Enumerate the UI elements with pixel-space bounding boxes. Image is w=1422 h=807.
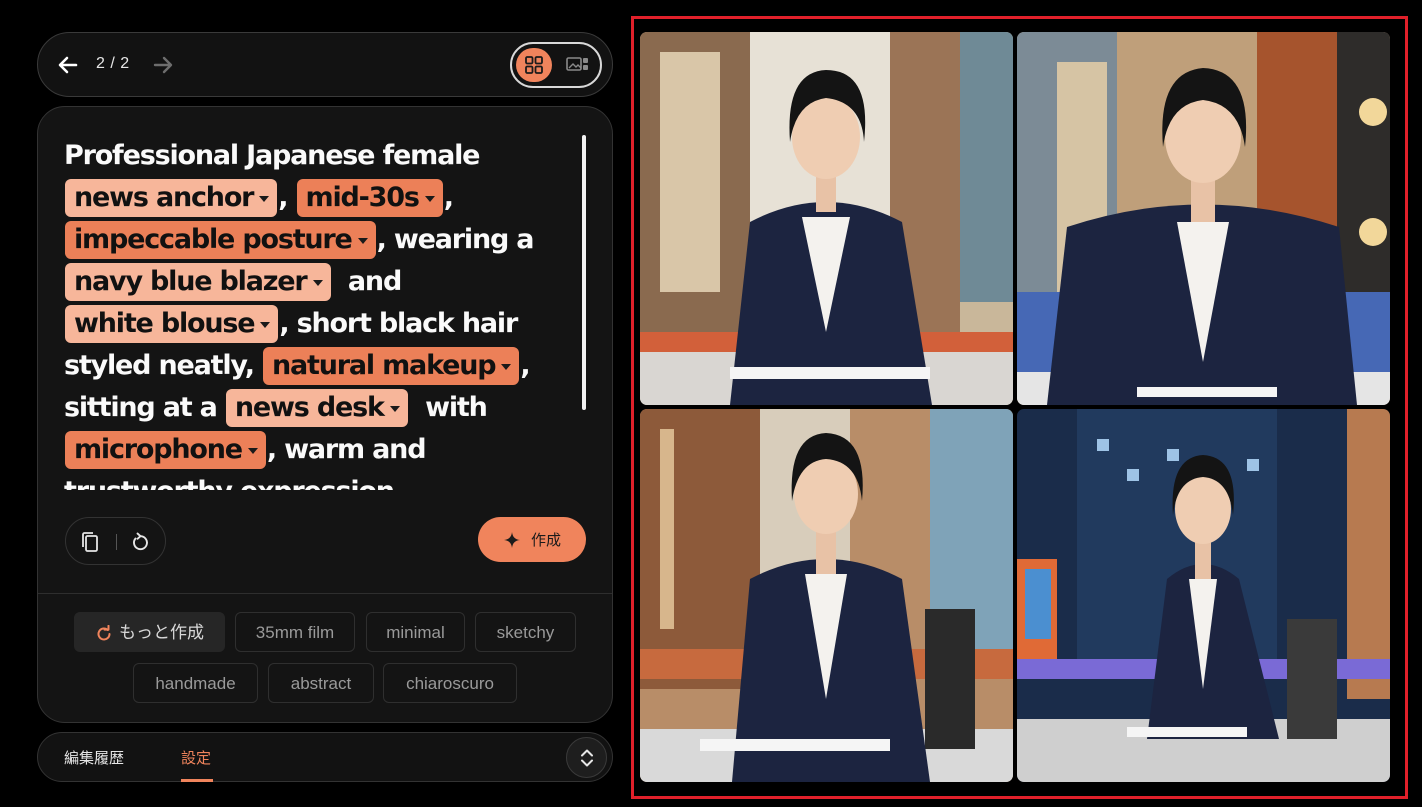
news-anchor-image (640, 32, 1013, 405)
prompt-text-fragment: , (520, 350, 530, 381)
bottom-tab-bar: 編集履歴 設定 (37, 732, 613, 782)
refresh-icon (97, 624, 111, 640)
news-anchor-image (1017, 32, 1390, 405)
prompt-keyword-label: white blouse (74, 308, 256, 339)
prompt-scrollbar[interactable] (582, 135, 586, 410)
prompt-text-fragment: , short black hair (279, 308, 518, 339)
prompt-keyword-label: natural makeup (271, 350, 497, 381)
prompt-text[interactable]: Professional Japanese female news anchor,… (64, 135, 554, 490)
generated-image-1[interactable] (640, 32, 1013, 405)
create-button-label: 作成 (530, 532, 561, 549)
style-chip-handmade[interactable]: handmade (133, 663, 258, 703)
prompt-keyword-chip[interactable]: news desk (225, 389, 408, 427)
prompt-keyword-chip[interactable]: white blouse (65, 305, 279, 343)
more-create-button[interactable]: もっと作成 (74, 612, 225, 652)
prompt-text-fragment: , (443, 182, 454, 213)
single-view-button[interactable] (560, 48, 596, 82)
prompt-card: Professional Japanese female news anchor,… (37, 106, 613, 723)
chevron-down-icon (389, 405, 400, 412)
chevron-down-icon (424, 195, 435, 202)
divider (38, 593, 612, 594)
prompt-text-fragment: Professional Japanese female (64, 140, 480, 171)
arrow-left-icon[interactable] (54, 51, 82, 79)
prompt-text-fragment: , (278, 182, 296, 213)
prompt-keyword-label: microphone (74, 434, 243, 465)
chevron-down-icon (247, 447, 258, 454)
page-counter: 2 / 2 (96, 55, 130, 72)
generated-image-3[interactable] (640, 409, 1013, 782)
style-chip-sketchy[interactable]: sketchy (475, 612, 576, 652)
view-mode-toggle (510, 42, 602, 88)
arrow-right-icon[interactable] (149, 51, 177, 79)
prompt-text-fragment: , wearing a (376, 224, 535, 255)
prompt-keyword-chip[interactable]: navy blue blazer (65, 263, 331, 301)
prompt-keyword-chip[interactable]: mid-30s (296, 179, 443, 217)
prompt-keyword-label: mid-30s (305, 182, 420, 213)
image-view-icon (566, 57, 588, 71)
prompt-keyword-chip[interactable]: natural makeup (262, 347, 520, 385)
refresh-icon[interactable] (127, 529, 153, 555)
prompt-text-fragment: with (408, 392, 488, 423)
tab-edit-history[interactable]: 編集履歴 (64, 747, 124, 768)
prompt-keyword-label: news desk (234, 392, 385, 423)
style-chip-chiaroscuro[interactable]: chiaroscuro (383, 663, 517, 703)
prompt-keyword-chip[interactable]: news anchor (65, 179, 278, 217)
grid-icon (525, 56, 543, 74)
more-create-label: もっと作成 (119, 623, 204, 642)
news-anchor-image (1017, 409, 1390, 782)
chevron-up-down-icon (580, 749, 593, 766)
chevron-down-icon (312, 279, 323, 286)
chevron-down-icon (259, 195, 270, 202)
prompt-keyword-label: navy blue blazer (74, 266, 308, 297)
prompt-text-fragment: sitting at a (64, 392, 225, 423)
style-chip-35mm-film[interactable]: 35mm film (235, 612, 355, 652)
active-tab-indicator (181, 779, 213, 782)
prompt-text-fragment: , warm and (266, 434, 427, 465)
create-button[interactable]: 作成 (478, 517, 586, 562)
style-chip-abstract[interactable]: abstract (268, 663, 374, 703)
prompt-text-fragment: trustworthy expression (64, 476, 395, 490)
prompt-actions (65, 517, 166, 565)
copy-icon[interactable] (78, 529, 104, 555)
prompt-keyword-label: news anchor (74, 182, 254, 213)
style-chip-minimal[interactable]: minimal (366, 612, 465, 652)
news-anchor-image (640, 409, 1013, 782)
chevron-down-icon (357, 237, 368, 244)
expand-toggle-button[interactable] (566, 737, 607, 778)
chevron-down-icon (501, 363, 512, 370)
generated-image-2[interactable] (1017, 32, 1390, 405)
grid-view-button[interactable] (516, 48, 552, 82)
chevron-down-icon (260, 321, 271, 328)
divider (116, 534, 117, 550)
generated-image-4[interactable] (1017, 409, 1390, 782)
tab-settings[interactable]: 設定 (181, 747, 211, 768)
prompt-keyword-chip[interactable]: microphone (65, 431, 266, 469)
prompt-keyword-chip[interactable]: impeccable posture (65, 221, 376, 259)
prompt-keyword-label: impeccable posture (74, 224, 353, 255)
sparkle-icon (503, 531, 520, 548)
prompt-text-fragment: styled neatly, (64, 350, 262, 381)
image-navigation-bar: 2 / 2 (37, 32, 613, 97)
prompt-text-fragment: and (331, 266, 402, 297)
